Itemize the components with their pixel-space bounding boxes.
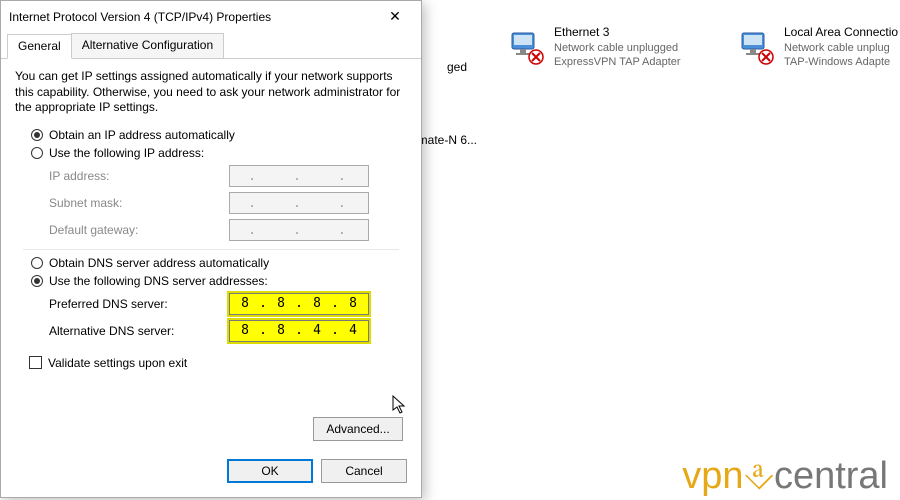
dns-group: Obtain DNS server address automatically … [21,256,401,342]
preferred-dns-field[interactable]: 8. 8. 8. 8 [229,293,369,315]
ipv4-properties-dialog: Internet Protocol Version 4 (TCP/IPv4) P… [0,0,422,498]
watermark-bulb-icon: ⎀ [744,455,774,497]
alternative-dns-field[interactable]: 8. 8. 4. 4 [229,320,369,342]
default-gateway-field: . . . [229,219,369,241]
validate-checkbox-row[interactable]: Validate settings upon exit [29,356,407,370]
adapter-status: Network cable unplug [784,41,898,55]
divider [23,249,399,250]
adapter-text: Ethernet 3 Network cable unplugged Expre… [554,25,681,69]
advanced-button[interactable]: Advanced... [313,417,403,441]
watermark-logo: vpn⎀central [682,455,888,498]
close-icon: ✕ [389,8,401,25]
cancel-button[interactable]: Cancel [321,459,407,483]
close-button[interactable]: ✕ [375,3,415,29]
partial-text-imate: imate-N 6... [415,133,477,147]
network-adapter-disconnected-icon [736,25,776,65]
titlebar[interactable]: Internet Protocol Version 4 (TCP/IPv4) P… [1,1,421,31]
intro-text: You can get IP settings assigned automat… [15,69,407,116]
subnet-mask-label: Subnet mask: [49,196,219,210]
ip-group: Obtain an IP address automatically Use t… [21,128,401,241]
alternative-dns-label: Alternative DNS server: [49,324,219,338]
radio-label: Obtain an IP address automatically [49,128,235,142]
default-gateway-label: Default gateway: [49,223,219,237]
adapter-local-area[interactable]: Local Area Connectio Network cable unplu… [736,25,898,69]
partial-text-ged: ged [447,60,467,74]
radio-dns-manual[interactable]: Use the following DNS server addresses: [21,274,401,288]
radio-icon [31,129,43,141]
ip-address-label: IP address: [49,169,219,183]
adapter-name: Local Area Connectio [784,25,898,41]
tab-general[interactable]: General [7,34,72,59]
radio-ip-manual[interactable]: Use the following IP address: [21,146,401,160]
ip-address-field: . . . [229,165,369,187]
dialog-title: Internet Protocol Version 4 (TCP/IPv4) P… [9,8,271,24]
adapter-status: Network cable unplugged [554,41,681,55]
watermark-vpn: vpn [682,455,743,497]
adapter-ethernet3[interactable]: Ethernet 3 Network cable unplugged Expre… [506,25,681,69]
validate-label: Validate settings upon exit [48,356,187,370]
radio-label: Use the following DNS server addresses: [49,274,268,288]
adapter-device: ExpressVPN TAP Adapter [554,55,681,69]
tab-strip: General Alternative Configuration [1,33,421,59]
tab-alternative-configuration[interactable]: Alternative Configuration [71,33,224,58]
adapter-text: Local Area Connectio Network cable unplu… [784,25,898,69]
subnet-mask-field: . . . [229,192,369,214]
radio-ip-auto[interactable]: Obtain an IP address automatically [21,128,401,142]
network-adapter-disconnected-icon [506,25,546,65]
radio-label: Obtain DNS server address automatically [49,256,269,270]
checkbox-icon [29,356,42,369]
radio-icon [31,275,43,287]
radio-dns-auto[interactable]: Obtain DNS server address automatically [21,256,401,270]
ok-button[interactable]: OK [227,459,313,483]
radio-icon [31,257,43,269]
adapter-device: TAP-Windows Adapte [784,55,898,69]
radio-label: Use the following IP address: [49,146,204,160]
adapter-name: Ethernet 3 [554,25,681,41]
dialog-buttons: OK Cancel [227,459,407,483]
preferred-dns-label: Preferred DNS server: [49,297,219,311]
watermark-central: central [774,455,888,497]
radio-icon [31,147,43,159]
tab-content: You can get IP settings assigned automat… [1,59,421,380]
